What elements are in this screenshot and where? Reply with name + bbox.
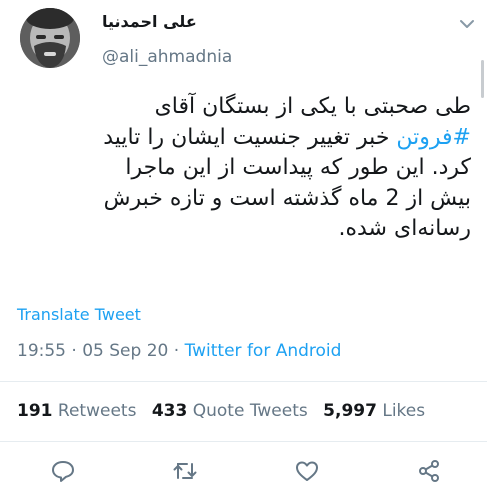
tweet-line: بیش از 2 ماه گذشته است و تازه خبرش [103,185,471,211]
chevron-down-icon[interactable] [458,16,476,30]
quote-tweets-count: 433 [151,401,188,421]
translate-tweet-link[interactable]: Translate Tweet [17,305,141,324]
hashtag-link[interactable]: #فروتن [396,125,471,150]
likes-count: 5,997 [323,401,377,421]
tweet-time: 19:55 [17,341,66,361]
user-display-name[interactable]: علی احمدنیا [102,12,197,31]
tweet-date: 05 Sep 20 [82,341,169,361]
tweet-stats: 191 Retweets 433 Quote Tweets 5,997 Like… [17,401,425,421]
tweet-line: رسانه‌ای شده. [338,216,471,241]
retweets-label: Retweets [57,401,137,421]
meta-separator: · [66,341,83,361]
divider [0,441,487,442]
tweet-meta: 19:55 · 05 Sep 20 · Twitter for Android [17,341,341,361]
scrollbar[interactable] [481,60,484,98]
retweet-icon[interactable] [172,458,198,484]
share-icon[interactable] [416,458,442,484]
avatar[interactable] [20,8,80,68]
retweets-count: 191 [17,401,53,421]
likes-stat[interactable]: 5,997 Likes [323,401,425,421]
reply-icon[interactable] [50,458,76,484]
tweet-text: طی صحبتی با یکی از بستگان آقای #فروتن خبر… [14,92,471,245]
tweet-line: #فروتن خبر تغییر جنسیت ایشان را تایید [14,123,471,154]
tweet-source-link[interactable]: Twitter for Android [185,341,342,361]
likes-label: Likes [382,401,426,421]
tweet-line: طی صحبتی با یکی از بستگان آقای [154,94,471,119]
meta-separator: · [168,341,185,361]
tweet-line: کرد. این طور که پیداست از این ماجرا [125,155,471,180]
divider [0,381,487,382]
user-handle[interactable]: @ali_ahmadnia [102,47,232,67]
retweets-stat[interactable]: 191 Retweets [17,401,136,421]
quote-tweets-stat[interactable]: 433 Quote Tweets [152,401,308,421]
heart-icon[interactable] [294,458,320,484]
quote-tweets-label: Quote Tweets [192,401,308,421]
tweet-line-text: خبر تغییر جنسیت ایشان را تایید [103,124,397,150]
